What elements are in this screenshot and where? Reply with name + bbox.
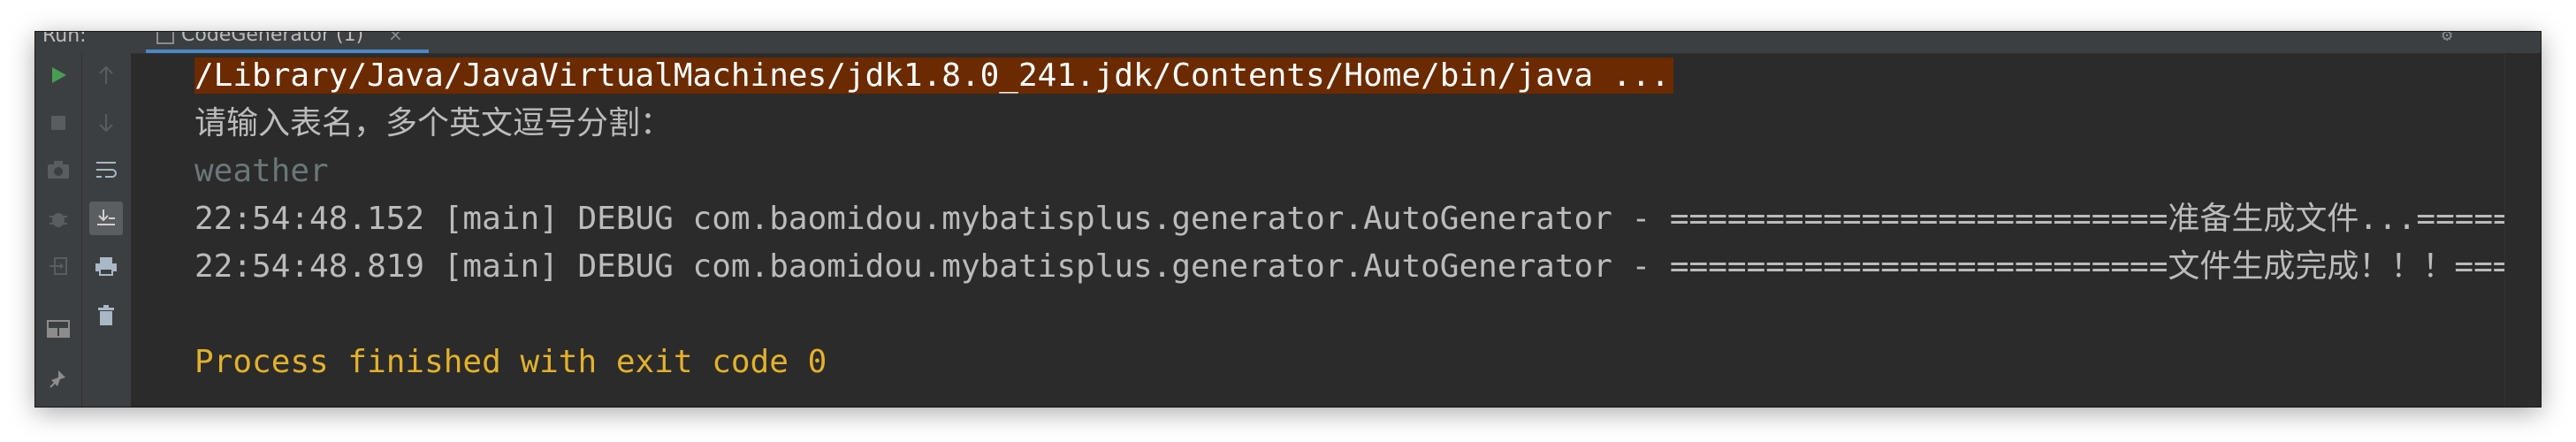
run-toolbar-right bbox=[82, 53, 132, 407]
layout-icon[interactable] bbox=[42, 312, 75, 346]
camera-icon[interactable] bbox=[42, 153, 75, 187]
console-line-user-input: weather bbox=[194, 153, 329, 189]
console-line-log: 22:54:48.819 [main] DEBUG com.baomidou.m… bbox=[194, 248, 2512, 285]
pin-icon[interactable] bbox=[42, 362, 75, 396]
console-line-exit: Process finished with exit code 0 bbox=[194, 344, 827, 380]
tab-label: CodeGenerator (1) bbox=[181, 32, 364, 46]
console-line-command: /Library/Java/JavaVirtualMachines/jdk1.8… bbox=[194, 53, 1673, 99]
login-icon[interactable] bbox=[42, 249, 75, 283]
down-arrow-icon[interactable] bbox=[89, 106, 123, 140]
run-label: Run: bbox=[42, 32, 87, 47]
console-line-prompt: 请输入表名，多个英文逗号分割： bbox=[194, 105, 673, 141]
run-icon[interactable] bbox=[42, 58, 75, 92]
soft-wrap-icon[interactable] bbox=[89, 153, 123, 187]
settings-icon[interactable]: ⚙ bbox=[2442, 32, 2452, 45]
up-arrow-icon[interactable] bbox=[89, 58, 123, 92]
print-icon[interactable] bbox=[89, 249, 123, 283]
run-tool-window: Run: CodeGenerator (1) × ⚙ /Library/Java… bbox=[35, 32, 2541, 407]
trash-icon[interactable] bbox=[89, 299, 123, 332]
run-toolbar-left bbox=[35, 53, 82, 407]
close-tab-icon[interactable]: × bbox=[388, 32, 403, 45]
console-line-log: 22:54:48.152 [main] DEBUG com.baomidou.m… bbox=[194, 201, 2512, 237]
console-output[interactable]: /Library/Java/JavaVirtualMachines/jdk1.8… bbox=[133, 53, 2512, 407]
scroll-to-end-icon[interactable] bbox=[89, 202, 123, 235]
app-icon bbox=[156, 32, 174, 44]
command-path[interactable]: /Library/Java/JavaVirtualMachines/jdk1.8… bbox=[194, 57, 1673, 94]
stop-icon[interactable] bbox=[42, 106, 75, 140]
debug-bug-icon[interactable] bbox=[42, 202, 75, 235]
vertical-scrollbar[interactable] bbox=[2504, 53, 2541, 407]
